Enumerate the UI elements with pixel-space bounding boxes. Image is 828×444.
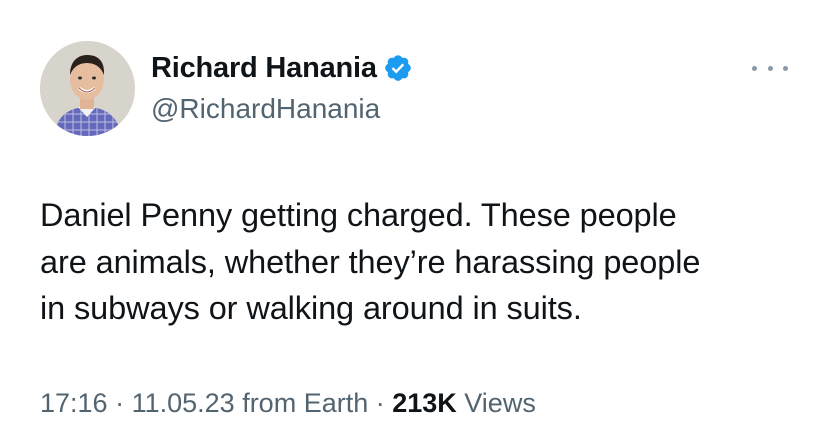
verified-badge-icon [383, 53, 413, 83]
tweet-text: Daniel Penny getting charged. These peop… [40, 197, 701, 326]
views-label[interactable]: Views [457, 388, 536, 418]
tweet-date[interactable]: 11.05.23 [132, 388, 235, 418]
dot [752, 65, 757, 71]
meta-separator: · [368, 388, 393, 418]
avatar[interactable] [40, 41, 135, 136]
views-count[interactable]: 213K [392, 388, 457, 418]
tweet-source: from Earth [234, 388, 369, 418]
author-handle[interactable]: @RichardHanania [151, 91, 380, 127]
tweet-time[interactable]: 17:16 [40, 388, 108, 418]
dot [767, 65, 773, 71]
author-name-row[interactable]: Richard Hanania [151, 50, 413, 86]
more-options-icon[interactable] [752, 58, 788, 78]
avatar-photo [40, 41, 135, 136]
dot [783, 65, 788, 71]
tweet-card: Richard Hanania @RichardHanania Daniel P… [0, 0, 828, 444]
meta-separator: · [107, 388, 132, 418]
tweet-meta: 17:16 · 11.05.23 from Earth · 213K Views [40, 385, 536, 421]
author-display-name[interactable]: Richard Hanania [151, 50, 377, 86]
